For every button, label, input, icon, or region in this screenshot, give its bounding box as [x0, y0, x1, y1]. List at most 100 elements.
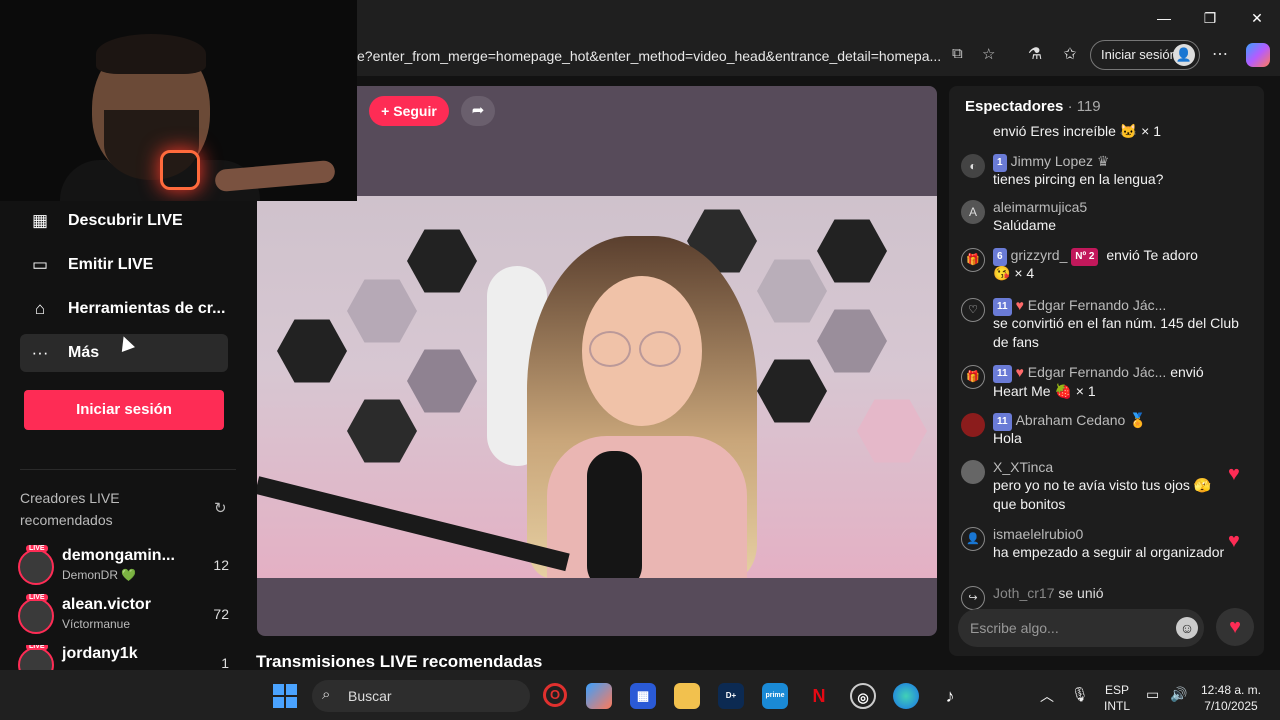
message-header: X_XTinca: [993, 458, 1053, 476]
username[interactable]: aleimarmujica5: [993, 199, 1087, 215]
tools-icon: ⌂: [34, 299, 46, 318]
file-explorer-icon[interactable]: [674, 683, 700, 709]
avatar: [18, 598, 54, 634]
emoji-icon[interactable]: ☺: [1176, 617, 1198, 639]
glasses-right: [639, 331, 681, 367]
username[interactable]: Edgar Fernando Jác...: [1028, 364, 1167, 380]
creator-viewers: 1: [221, 655, 229, 670]
sidebar-item-discover-live[interactable]: ▦ Descubrir LIVE: [20, 202, 228, 240]
message-text: pero yo no te avía visto tus ojos 🫣 que …: [993, 477, 1212, 512]
heart-outline-icon: ♡: [961, 298, 985, 322]
live-badge: LIVE: [26, 645, 48, 650]
opera-icon[interactable]: O: [543, 683, 567, 707]
volume-icon[interactable]: 🔊: [1170, 686, 1187, 703]
sidebar-item-label: Descubrir LIVE: [68, 212, 183, 229]
hexagon-panel: [407, 229, 477, 293]
obs-icon[interactable]: ◎: [850, 683, 876, 709]
message-header: 1 Jimmy Lopez ♛: [993, 152, 1109, 172]
creator-subtitle: Víctormanue: [62, 617, 131, 631]
disney-plus-icon[interactable]: D+: [718, 683, 744, 709]
username[interactable]: Jimmy Lopez: [1011, 153, 1093, 169]
time: 12:48 a. m.: [1200, 683, 1262, 697]
copilot-app-icon[interactable]: [586, 683, 612, 709]
chat-header: Espectadores · 119: [965, 98, 1101, 115]
search-icon: ⌕: [322, 686, 331, 703]
sidebar-item-go-live[interactable]: ▭ Emitir LIVE: [20, 246, 228, 284]
store-icon[interactable]: ▦: [630, 683, 656, 709]
crown-icon: ♛: [1096, 153, 1110, 169]
webcam-overlay: [0, 0, 357, 201]
fan-icon: ♥: [1015, 364, 1024, 380]
browser-signin-label: Iniciar sesión: [1101, 47, 1177, 62]
follow-button[interactable]: + Seguir: [369, 96, 449, 126]
message-text: Salúdame: [993, 217, 1057, 233]
taskbar-search[interactable]: Buscar: [312, 680, 530, 712]
login-button[interactable]: Iniciar sesión: [24, 390, 224, 430]
profile-icon: 👤: [1173, 44, 1195, 66]
clock[interactable]: 12:48 a. m. 7/10/2025: [1196, 682, 1266, 714]
avatar[interactable]: A: [961, 200, 985, 224]
sidebar-item-creator-tools[interactable]: ⌂ Herramientas de cr...: [20, 290, 228, 328]
chat-input[interactable]: Escribe algo...: [958, 609, 1204, 647]
netflix-icon[interactable]: N: [806, 683, 832, 709]
webcam-person-hair: [96, 34, 206, 74]
username[interactable]: ismaelelrubio0: [993, 526, 1083, 542]
date: 7/10/2025: [1204, 699, 1258, 713]
browser-signin-button[interactable]: Iniciar sesión 👤: [1090, 40, 1200, 70]
refresh-icon[interactable]: ↻: [214, 499, 227, 517]
extensions-icon[interactable]: ⚗: [1024, 44, 1046, 64]
username[interactable]: grizzyrd_: [1011, 247, 1068, 263]
open-app-icon[interactable]: ⧉: [952, 45, 963, 62]
favorite-star-icon[interactable]: ☆: [982, 45, 995, 63]
avatar: [18, 647, 54, 670]
live-video[interactable]: [257, 196, 937, 578]
tiktok-icon[interactable]: ♪: [937, 683, 963, 709]
username[interactable]: Joth_cr17: [993, 585, 1054, 601]
edge-icon[interactable]: [893, 683, 919, 709]
username[interactable]: X_XTinca: [993, 459, 1053, 475]
heart-icon: ♥: [1228, 463, 1240, 485]
hexagon-panel: [857, 399, 927, 463]
message-inline: envió Te adoro: [1106, 247, 1198, 263]
restore-button[interactable]: ❐: [1187, 0, 1233, 36]
mic-arm: [257, 476, 570, 572]
message-text: 😘 × 4: [993, 265, 1035, 281]
creator-item[interactable]: LIVE alean.victor Víctormanue 72: [18, 594, 233, 636]
windows-start-icon[interactable]: [273, 684, 297, 708]
sidebar-divider: [20, 469, 236, 470]
url-field[interactable]: e?enter_from_merge=homepage_hot&enter_me…: [357, 44, 1007, 68]
minimize-button[interactable]: —: [1141, 0, 1187, 36]
fan-icon: ♥: [1015, 297, 1024, 313]
language-indicator[interactable]: ESP INTL: [1100, 682, 1134, 714]
prime-video-icon[interactable]: prime: [762, 683, 788, 709]
username[interactable]: Edgar Fernando Jác...: [1028, 297, 1167, 313]
message-text: Heart Me 🍓 × 1: [993, 383, 1096, 399]
avatar[interactable]: [961, 413, 985, 437]
live-badge: LIVE: [26, 594, 48, 601]
hexagon-panel: [817, 219, 887, 283]
avatar[interactable]: ◐: [961, 154, 985, 178]
chat-panel: Espectadores · 119 envió Eres increíble …: [949, 86, 1264, 656]
avatar[interactable]: [961, 460, 985, 484]
like-button[interactable]: ♥: [1216, 608, 1254, 646]
calendar-icon: ▦: [31, 211, 49, 230]
creator-name: alean.victor: [62, 596, 151, 613]
message-header: Joth_cr17 se unió: [993, 584, 1104, 602]
network-icon[interactable]: ▭: [1146, 686, 1159, 703]
share-icon[interactable]: ➦: [461, 96, 495, 126]
hexagon-panel: [347, 279, 417, 343]
message-header: aleimarmujica5: [993, 198, 1087, 216]
settings-more-icon[interactable]: ⋯: [1209, 44, 1231, 64]
favorites-icon[interactable]: ✩: [1059, 44, 1081, 64]
username[interactable]: Abraham Cedano: [1016, 412, 1126, 428]
close-button[interactable]: ✕: [1234, 0, 1280, 36]
creator-item[interactable]: LIVE jordany1k 1: [18, 645, 233, 670]
microphone-icon[interactable]: 🎙: [1071, 686, 1089, 703]
copilot-icon[interactable]: [1246, 43, 1270, 67]
chat-title: Espectadores: [965, 98, 1064, 115]
tray-overflow-icon[interactable]: ︿: [1040, 686, 1054, 706]
creator-item[interactable]: LIVE demongamin... DemonDR 💚 12: [18, 545, 233, 587]
hexagon-panel: [277, 319, 347, 383]
badge-icon: 🏅: [1129, 412, 1147, 428]
message-text: envió Eres increíble 🐱 × 1: [993, 123, 1162, 139]
